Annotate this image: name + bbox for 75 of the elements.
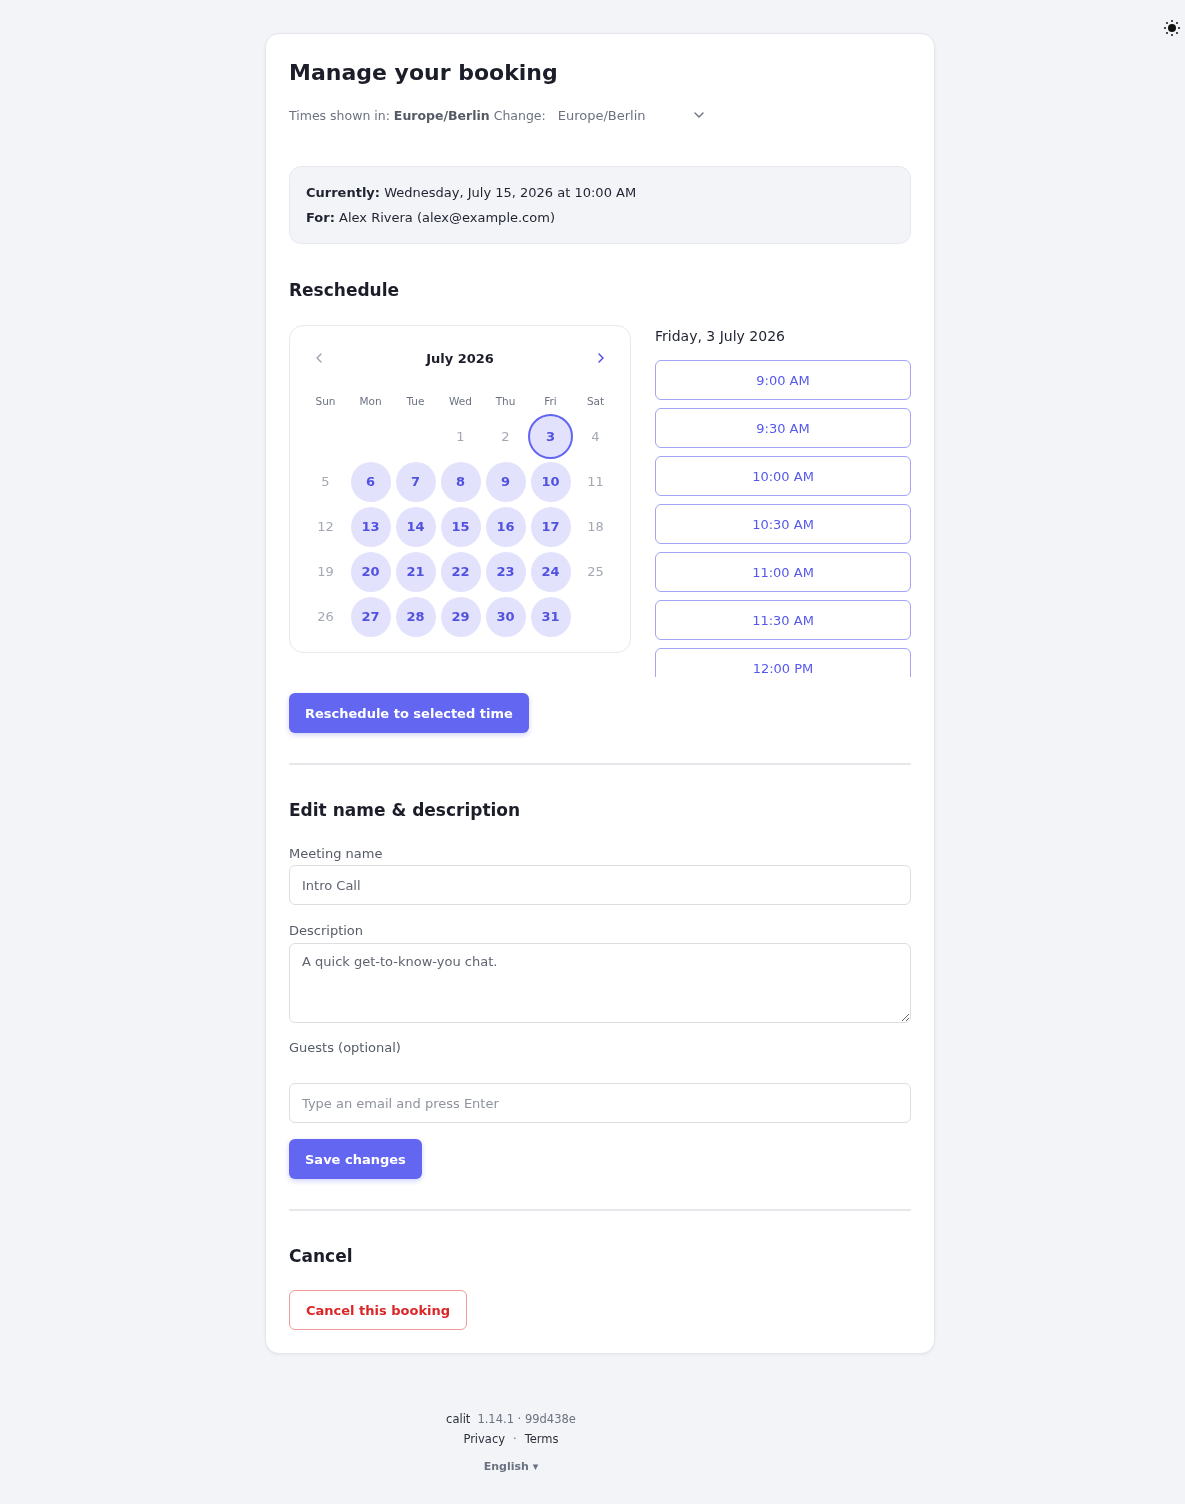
chevron-left-icon [316, 353, 322, 363]
calendar-day[interactable]: 16 [485, 506, 526, 547]
timezone-select[interactable]: Europe/Berlin [545, 97, 714, 133]
field-label: Guests (optional) [289, 1039, 402, 1057]
unavailable-date: 19 [317, 563, 334, 580]
weekday-label: Fri [544, 394, 557, 409]
reschedule-button[interactable]: Reschedule to selected time [289, 693, 529, 733]
unavailable-date: 25 [587, 563, 604, 580]
chevron-right-icon [598, 353, 604, 363]
calendar-day[interactable]: 20 [350, 551, 391, 592]
email-input[interactable]: Type an email and press Enter [289, 1083, 911, 1123]
timezone-text: Times shown in: Europe/Berlin Change: [289, 107, 546, 123]
description-textarea[interactable]: A quick get-to-know-you chat. [289, 943, 911, 1023]
calendar-day[interactable]: 15 [440, 506, 481, 547]
cancel-booking-button[interactable]: Cancel this booking [289, 1290, 468, 1330]
app-name: calit [446, 1411, 471, 1428]
unavailable-date: 5 [321, 473, 330, 490]
weekday-label: Wed [449, 394, 472, 409]
unavailable-date: 11 [587, 473, 604, 490]
unavailable-date: 18 [587, 518, 604, 535]
calendar-day[interactable]: 31 [530, 596, 571, 637]
save-button[interactable]: Save changes [289, 1139, 422, 1179]
section-heading: Cancel [289, 1245, 354, 1268]
calendar-day[interactable]: 10 [530, 461, 571, 502]
calendar-day[interactable]: 30 [485, 596, 526, 637]
time-slot-button[interactable]: 12:00 PM [655, 648, 911, 677]
calendar-day[interactable]: 28 [395, 596, 436, 637]
section-heading: Reschedule [289, 279, 401, 302]
weekday-label: Sun [315, 394, 336, 409]
time-slot-button[interactable]: 10:00 AM [655, 456, 911, 496]
time-slot-button[interactable]: 11:30 AM [655, 600, 911, 640]
calendar-day[interactable]: 21 [395, 551, 436, 592]
current-booking-text: Currently: Wednesday, July 15, 2026 at 10:00 AM [306, 184, 638, 202]
time-slot-button[interactable]: 11:00 AM [655, 552, 911, 592]
calendar-day[interactable]: 9 [485, 461, 526, 502]
calendar-day[interactable]: 14 [395, 506, 436, 547]
weekday-label: Thu [495, 394, 516, 409]
calendar-day[interactable]: 23 [485, 551, 526, 592]
calendar-day[interactable]: 6 [350, 461, 391, 502]
link-separator: · [513, 1431, 517, 1448]
theme-toggle-button[interactable] [1163, 19, 1181, 37]
calendar-day[interactable]: 27 [350, 596, 391, 637]
page-title: Manage your booking [289, 59, 559, 87]
unavailable-date: 26 [317, 608, 334, 625]
field-label: Meeting name [289, 845, 384, 863]
weekday-label: Mon [359, 394, 382, 409]
time-slot-button[interactable]: 9:30 AM [655, 408, 911, 448]
unavailable-date: 4 [591, 428, 600, 445]
calendar-day[interactable]: 7 [395, 461, 436, 502]
time-slot-button[interactable]: 9:00 AM [655, 360, 911, 400]
calendar-day[interactable]: 22 [440, 551, 481, 592]
booking-guest-text: For: Alex Rivera (alex@example.com) [306, 209, 556, 227]
field-label: Description [289, 922, 365, 940]
calendar-day[interactable]: 24 [530, 551, 571, 592]
version-text: 1.14.1 · 99d438e [477, 1411, 576, 1428]
month-label: July 2026 [426, 350, 494, 366]
chevron-down-icon [693, 112, 704, 118]
text-input[interactable]: Intro Call [289, 865, 911, 905]
calendar-day[interactable]: 29 [440, 596, 481, 637]
section-heading: Edit name & description [289, 799, 522, 822]
calendar-day[interactable]: 13 [350, 506, 391, 547]
unavailable-date: 12 [317, 518, 334, 535]
footer-link[interactable]: Terms [524, 1430, 559, 1448]
calendar-day[interactable]: 3 [528, 414, 573, 459]
weekday-label: Tue [406, 394, 425, 409]
unavailable-date: 2 [501, 428, 510, 445]
time-slot-button[interactable]: 10:30 AM [655, 504, 911, 544]
weekday-label: Sat [586, 394, 605, 409]
language-button[interactable]: English ▾ [483, 1458, 539, 1476]
sun-icon [1164, 20, 1180, 36]
calendar-day[interactable]: 8 [440, 461, 481, 502]
calendar-day[interactable]: 17 [530, 506, 571, 547]
footer-link[interactable]: Privacy [463, 1430, 506, 1448]
unavailable-date: 1 [456, 428, 465, 445]
selected-date-heading: Friday, 3 July 2026 [655, 327, 786, 346]
